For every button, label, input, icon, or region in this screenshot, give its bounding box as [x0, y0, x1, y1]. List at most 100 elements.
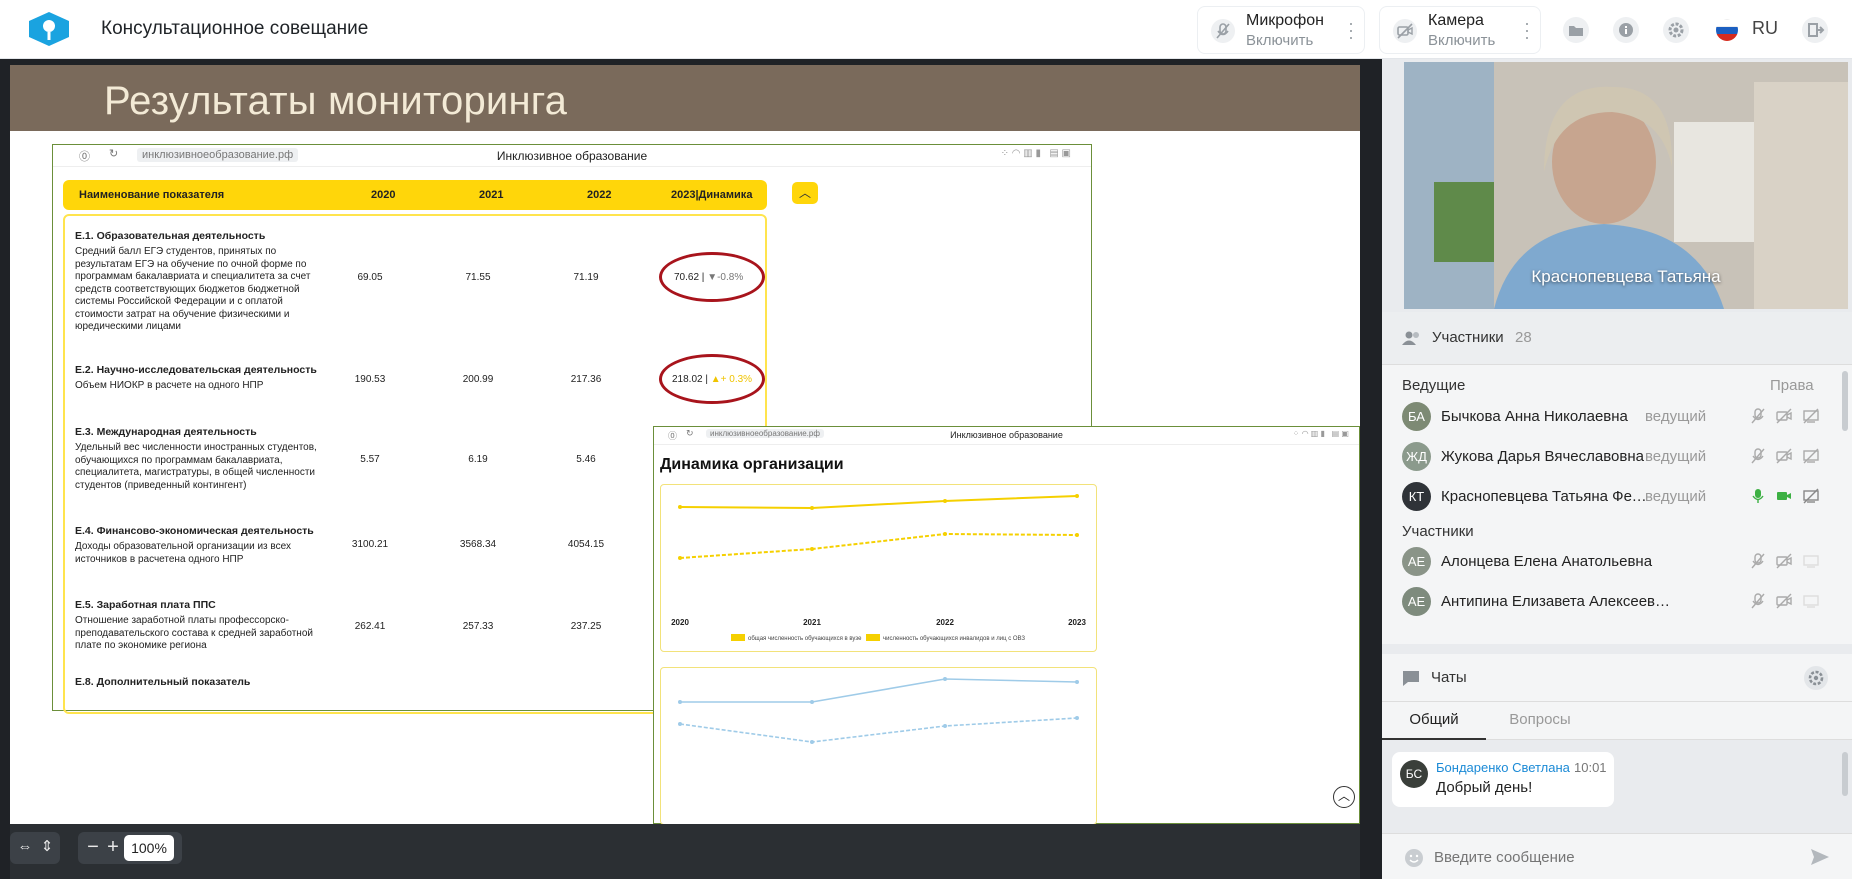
participant-row[interactable]: БА Бычкова Анна Николаевна ведущий — [1402, 398, 1838, 434]
avatar: БА — [1402, 402, 1431, 431]
participant-row[interactable]: ЖД Жукова Дарья Вячеславовна ведущий — [1402, 438, 1838, 474]
data-point — [678, 700, 682, 704]
screen-share-off-icon[interactable] — [1802, 408, 1820, 424]
settings-gear-icon[interactable] — [1663, 17, 1689, 43]
legend-swatch — [866, 634, 880, 641]
participant-row[interactable]: АЕ Антипина Елизавета Алексеевна — [1402, 583, 1838, 619]
emoji-icon[interactable] — [1404, 848, 1424, 868]
participant-role: ведущий — [1645, 448, 1707, 465]
exit-icon[interactable] — [1802, 17, 1828, 43]
value-2022: 4054.15 — [567, 539, 605, 550]
series-line — [680, 678, 1078, 703]
rights-label: Права — [1770, 377, 1814, 394]
row-description: Отношение заработной платы профессорско-… — [75, 615, 313, 651]
right-sidebar: Краснопевцева Татьяна Участники 28 Ведущ… — [1382, 59, 1852, 879]
row-description: Объем НИОКР в расчете на одного НПР — [75, 380, 264, 391]
chat-settings-icon[interactable] — [1804, 666, 1828, 690]
top-bar: Консультационное совещание Микрофон Вклю… — [0, 0, 1852, 59]
data-point — [943, 499, 947, 503]
value-2020: 190.53 — [354, 374, 386, 385]
speaker-name: Краснопевцева Татьяна — [1531, 267, 1721, 286]
view-mode-group: ⇔ ⇕ — [10, 832, 60, 864]
participants-scrollbar[interactable] — [1842, 371, 1848, 431]
data-point — [943, 677, 947, 681]
screen-share-off-icon[interactable] — [1802, 448, 1820, 464]
camera-off-icon — [1393, 19, 1417, 43]
fit-height-icon[interactable]: ⇕ — [36, 837, 58, 859]
avatar: ЖД — [1402, 442, 1431, 471]
slide-header: Результаты мониторинга — [10, 65, 1360, 131]
microphone-off-icon[interactable] — [1750, 593, 1766, 609]
camera-action: Включить — [1428, 32, 1496, 49]
participants-count: 28 — [1515, 329, 1532, 346]
send-icon[interactable] — [1810, 848, 1830, 866]
chat-bubble-icon — [1403, 671, 1419, 686]
participant-row[interactable]: АЕ Алонцева Елена Анатольевна — [1402, 543, 1838, 579]
camera-off-icon[interactable] — [1775, 593, 1793, 609]
avatar: АЕ — [1402, 547, 1431, 576]
chart-plot — [678, 677, 1079, 744]
russia-flag-icon[interactable] — [1714, 17, 1740, 43]
data-point — [943, 532, 947, 536]
camera-on-icon[interactable] — [1775, 488, 1793, 504]
camera-menu-icon[interactable]: · · · — [1524, 14, 1530, 46]
highlight-oval — [659, 354, 765, 404]
meeting-title: Консультационное совещание — [101, 18, 369, 39]
screen-share-icon[interactable] — [1802, 553, 1820, 569]
camera-off-icon[interactable] — [1775, 448, 1793, 464]
data-point — [678, 505, 682, 509]
row-description: Удельный вес численности иностранных сту… — [75, 442, 317, 491]
presentation-toolbar: ⇔ ⇕ − + 100% — [10, 824, 1360, 879]
browser-bar: ⓪ ↻ инклюзивноеобразование.рф Инклюзивно… — [53, 145, 1091, 167]
info-icon[interactable] — [1613, 17, 1639, 43]
participant-name: Алонцева Елена Анатольевна — [1441, 553, 1653, 570]
microphone-toggle[interactable]: Микрофон Включить · · · — [1197, 6, 1365, 54]
row-description: Средний балл ЕГЭ студентов, принятых по … — [75, 246, 311, 332]
camera-toggle[interactable]: Камера Включить · · · — [1379, 6, 1541, 54]
microphone-on-icon[interactable] — [1750, 488, 1766, 504]
tab-general[interactable]: Общий — [1382, 702, 1486, 740]
participants-list: Ведущие Права БА Бычкова Анна Николаевна… — [1382, 364, 1852, 644]
data-point — [1075, 533, 1079, 537]
microphone-off-icon[interactable] — [1750, 553, 1766, 569]
folder-icon[interactable] — [1563, 17, 1589, 43]
zoom-out-icon[interactable]: − — [82, 837, 104, 859]
chat-message-input[interactable] — [1434, 843, 1794, 871]
screen-share-off-icon[interactable] — [1802, 488, 1820, 504]
participants-header[interactable]: Участники 28 — [1382, 312, 1852, 364]
fit-width-icon[interactable]: ⇔ — [14, 837, 36, 859]
zoom-in-icon[interactable]: + — [102, 837, 124, 859]
zoom-group: − + 100% — [78, 832, 182, 864]
participant-role: ведущий — [1645, 408, 1707, 425]
highlight-oval — [659, 252, 765, 302]
table-row: Е.2. Научно-исследовательская деятельнос… — [75, 354, 765, 404]
row-description: Доходы образовательной организации из вс… — [75, 541, 291, 565]
value-2022: 237.25 — [570, 621, 602, 632]
language-selector[interactable]: RU — [1752, 18, 1778, 39]
zoom-level[interactable]: 100% — [124, 835, 174, 861]
series-line — [679, 532, 1078, 559]
microphone-off-icon[interactable] — [1750, 408, 1766, 424]
microphone-off-icon[interactable] — [1750, 448, 1766, 464]
chat-scrollbar[interactable] — [1842, 752, 1848, 796]
camera-off-icon[interactable] — [1775, 408, 1793, 424]
participant-row[interactable]: КТ Краснопевцева Татьяна Фед... ведущий — [1402, 478, 1838, 514]
collapse-button[interactable]: ︿ — [792, 182, 818, 204]
data-point — [1075, 494, 1079, 498]
data-point — [678, 556, 682, 560]
data-point — [810, 700, 814, 704]
participant-name: Жукова Дарья Вячеславовна — [1441, 448, 1644, 465]
camera-off-icon[interactable] — [1775, 553, 1793, 569]
data-point — [1075, 716, 1079, 720]
chart-plot: 2020 2021 2022 2023 общая численность обучаю… — [671, 494, 1086, 642]
value-2021: 200.99 — [462, 374, 494, 385]
value-2020: 69.05 — [357, 272, 383, 283]
tab-questions[interactable]: Вопросы — [1486, 702, 1594, 740]
screen-share-icon[interactable] — [1802, 593, 1820, 609]
table-header: Наименование показателя 2020 2021 2022 2… — [63, 180, 767, 210]
microphone-menu-icon[interactable]: · · · — [1348, 14, 1354, 46]
chats-header: Чаты — [1382, 654, 1852, 702]
scroll-top-button[interactable]: ︿ — [1333, 786, 1355, 808]
chart-section-title: Динамика организации — [660, 456, 844, 473]
browser-caption: Инклюзивное образование — [950, 430, 1063, 440]
